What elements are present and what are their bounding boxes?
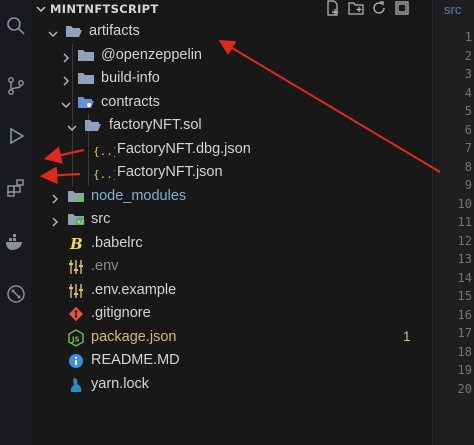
line-number: 9 xyxy=(464,178,472,192)
tree-item-label: contracts xyxy=(101,93,160,110)
line-number: 2 xyxy=(464,48,472,63)
tree-item-label: node_modules xyxy=(91,187,187,204)
chevron-right-icon xyxy=(49,190,61,209)
collapse-all-icon[interactable] xyxy=(394,0,410,16)
settings-sliders-icon xyxy=(68,283,84,303)
svg-text:{..}: {..} xyxy=(93,168,115,181)
tree-item-build-info[interactable]: build-info xyxy=(31,67,433,91)
json-file-icon: {..} xyxy=(93,143,120,162)
line-number: 12 xyxy=(457,233,472,248)
tree-item-label: factoryNFT.sol xyxy=(109,117,202,133)
tree-item-artifacts[interactable]: artifacts xyxy=(31,20,433,44)
tree-item-factorynft-dbg-json[interactable]: {..} FactoryNFT.dbg.json xyxy=(31,138,433,162)
chevron-right-icon xyxy=(60,72,72,91)
tree-item-label: .babelrc xyxy=(91,234,143,251)
git-icon xyxy=(68,306,84,326)
line-number: 19 xyxy=(457,363,472,377)
line-number: 3 xyxy=(464,67,472,81)
tree-item-label: package.json xyxy=(91,328,177,345)
line-number: 1 xyxy=(464,30,472,44)
line-number: 17 xyxy=(457,326,472,340)
folder-open-icon xyxy=(65,23,83,43)
tree-item-factorynft-json[interactable]: {..} FactoryNFT.json xyxy=(31,161,433,185)
tree-item-label: README.MD xyxy=(91,352,180,368)
folder-node-icon xyxy=(67,188,85,208)
tree-item-label: .env.example xyxy=(91,281,177,298)
svg-text:{..}: {..} xyxy=(93,145,115,158)
babel-icon: B xyxy=(69,235,83,255)
tree-item-label: src xyxy=(91,211,111,227)
extensions-icon[interactable] xyxy=(0,178,31,198)
source-control-icon[interactable] xyxy=(0,76,31,96)
svg-text:B: B xyxy=(69,235,83,251)
explorer-panel: MINTNFTSCRIPT artifacts @openzeppelin bu… xyxy=(31,0,433,445)
chevron-right-icon xyxy=(49,213,61,232)
line-number: 6 xyxy=(464,122,472,137)
tree-item-babelrc[interactable]: B .babelrc xyxy=(31,232,433,256)
line-number: 7 xyxy=(464,141,472,155)
chevron-down-icon xyxy=(60,96,72,115)
line-number: 14 xyxy=(457,270,472,285)
tree-item-package-json[interactable]: JS package.json 1 xyxy=(31,326,433,350)
run-debug-icon[interactable] xyxy=(0,126,31,146)
git-graph-icon[interactable] xyxy=(0,284,31,304)
search-icon[interactable] xyxy=(0,16,31,36)
folder-src-icon: </> xyxy=(67,211,88,231)
tree-item-readme[interactable]: README.MD xyxy=(31,349,433,373)
tree-item-label: @openzeppelin xyxy=(101,46,202,63)
line-number: 10 xyxy=(457,196,472,211)
new-folder-icon[interactable] xyxy=(348,0,364,16)
tree-item-env[interactable]: .env xyxy=(31,255,433,279)
json-file-icon: {..} xyxy=(93,166,120,185)
tree-item-label: artifacts xyxy=(89,23,140,39)
explorer-header[interactable]: MINTNFTSCRIPT xyxy=(31,0,433,18)
chevron-down-icon[interactable] xyxy=(34,1,48,20)
folder-icon xyxy=(77,47,95,67)
activity-bar xyxy=(0,0,31,445)
line-number: 4 xyxy=(464,85,472,100)
line-number: 20 xyxy=(457,381,472,396)
tree-item-env-example[interactable]: .env.example xyxy=(31,279,433,303)
chevron-down-icon xyxy=(66,119,78,138)
docker-icon[interactable] xyxy=(0,232,31,252)
folder-icon xyxy=(77,70,95,90)
explorer-title: MINTNFTSCRIPT xyxy=(50,2,159,16)
tree-item-label: FactoryNFT.json xyxy=(117,164,223,180)
tree-item-label: .env xyxy=(91,258,119,274)
line-number: 18 xyxy=(457,344,472,359)
editor-pane[interactable]: src 1 2 3 4 5 6 7 8 9 10 11 12 13 14 15 … xyxy=(434,0,474,445)
yarn-icon xyxy=(68,376,84,398)
settings-sliders-icon xyxy=(68,259,84,279)
line-number: 16 xyxy=(457,307,472,322)
refresh-icon[interactable] xyxy=(371,0,387,16)
chevron-right-icon xyxy=(60,49,72,68)
line-number: 11 xyxy=(457,215,472,229)
nodejs-icon: JS xyxy=(68,328,84,351)
folder-contracts-icon xyxy=(77,94,95,114)
line-number: 13 xyxy=(457,252,472,266)
tree-item-yarn-lock[interactable]: yarn.lock xyxy=(31,373,433,397)
tree-item-label: build-info xyxy=(101,70,160,86)
tree-item-node-modules[interactable]: node_modules xyxy=(31,185,433,209)
tree-item-openzeppelin[interactable]: @openzeppelin xyxy=(31,44,433,68)
tree-item-factorynft-sol[interactable]: factoryNFT.sol xyxy=(31,114,433,138)
tree-item-label: FactoryNFT.dbg.json xyxy=(117,140,251,157)
tree-item-label: .gitignore xyxy=(91,305,151,321)
svg-text:JS: JS xyxy=(71,335,80,343)
tree-item-label: yarn.lock xyxy=(91,375,150,392)
info-icon xyxy=(68,353,84,373)
tree-item-gitignore[interactable]: .gitignore xyxy=(31,302,433,326)
problem-count-badge: 1 xyxy=(403,328,411,344)
folder-open-icon xyxy=(84,117,102,137)
chevron-down-icon xyxy=(47,25,59,44)
line-number: 15 xyxy=(457,289,472,303)
tree-item-src[interactable]: </> src xyxy=(31,208,433,232)
tree-item-contracts[interactable]: contracts xyxy=(31,91,433,115)
line-number: 8 xyxy=(464,159,472,174)
line-number: 5 xyxy=(464,104,472,118)
editor-tab-label[interactable]: src xyxy=(444,2,461,17)
svg-text:</>: </> xyxy=(77,219,85,226)
new-file-icon[interactable] xyxy=(325,0,341,16)
explorer-actions xyxy=(325,0,410,16)
